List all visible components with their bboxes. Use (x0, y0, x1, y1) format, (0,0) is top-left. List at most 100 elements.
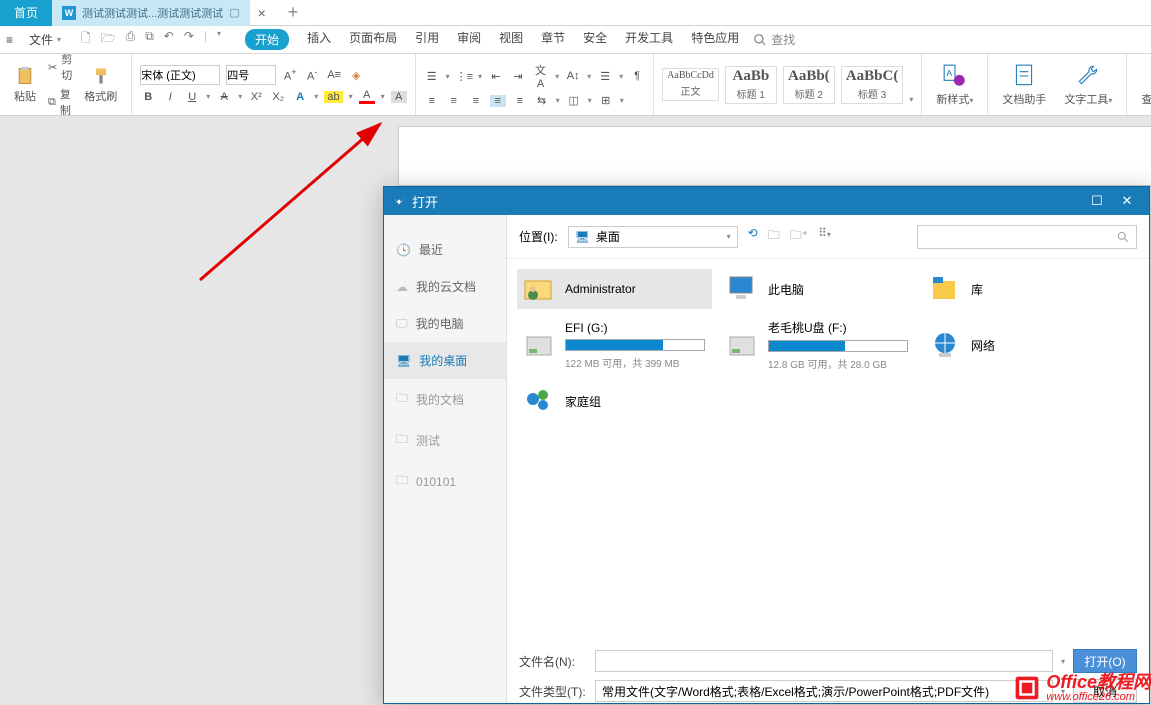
line-spacing-button[interactable]: ☰ (597, 70, 613, 83)
ribbon-tab-layout[interactable]: 页面布局 (349, 29, 397, 50)
qat-dropdown-icon[interactable]: ▾ (217, 29, 221, 50)
dialog-search-input[interactable] (924, 230, 1116, 244)
show-marks-button[interactable]: ¶ (629, 70, 645, 82)
location-select[interactable]: 🖥 桌面 ▾ (568, 226, 738, 248)
file-item-administrator[interactable]: Administrator (517, 269, 712, 309)
sidebar-item-desktop[interactable]: 🖥我的桌面 (384, 342, 506, 379)
sidebar-item-test[interactable]: 🗀测试 (384, 420, 506, 461)
file-item-libraries[interactable]: 库 (923, 269, 1118, 309)
distributed-button[interactable]: ≡ (512, 95, 528, 107)
open-button[interactable]: 打开(O) (1073, 649, 1137, 673)
filename-dropdown-icon[interactable]: ▾ (1061, 657, 1065, 666)
text-direction-button[interactable]: 文A (532, 62, 549, 90)
ribbon-tab-devtools[interactable]: 开发工具 (625, 29, 673, 50)
borders-button[interactable]: ⊞ (598, 94, 614, 107)
strikethrough-button[interactable]: A (216, 91, 232, 103)
cancel-button[interactable]: 取消 (1073, 679, 1137, 703)
tab-document[interactable]: W 测试测试测试...测试测试测试 ▢ (52, 0, 250, 26)
find-replace-button[interactable]: 查找替换▾ (1135, 63, 1151, 107)
search-box[interactable]: 查找 (753, 31, 795, 48)
copy-button[interactable]: ⧉复制 (48, 86, 72, 116)
increase-font-icon[interactable]: A+ (282, 67, 298, 83)
tab-close-button[interactable]: × (250, 5, 274, 21)
font-color-button[interactable]: A (359, 89, 375, 104)
ribbon-tab-insert[interactable]: 插入 (307, 29, 331, 50)
ribbon-tab-view[interactable]: 视图 (499, 29, 523, 50)
sidebar-item-recent[interactable]: 🕓最近 (384, 231, 506, 268)
font-size-select[interactable] (226, 65, 276, 85)
align-center-button[interactable]: ≡ (446, 95, 462, 107)
char-shading-button[interactable]: A (391, 91, 407, 103)
dialog-search-box[interactable] (917, 225, 1137, 249)
decrease-indent-button[interactable]: ⇤ (488, 70, 504, 83)
file-item-thispc[interactable]: 此电脑 (720, 269, 915, 309)
file-item-disk-efi[interactable]: EFI (G:) 122 MB 可用，共 399 MB (517, 315, 712, 375)
sidebar-item-010101[interactable]: 🗀010101 (384, 461, 506, 502)
format-painter-button[interactable]: 格式刷 (78, 66, 123, 104)
doc-helper-button[interactable]: 文档助手 (996, 63, 1052, 107)
align-justify-button[interactable]: ≡ (490, 95, 506, 107)
document-page[interactable] (398, 126, 1151, 186)
ribbon-tab-security[interactable]: 安全 (583, 29, 607, 50)
print-icon[interactable]: ⎙ (126, 29, 136, 50)
sidebar-item-mypc[interactable]: 🖵我的电脑 (384, 305, 506, 342)
tab-home[interactable]: 首页 (0, 0, 52, 26)
font-name-select[interactable] (140, 65, 220, 85)
ribbon-tab-chapter[interactable]: 章节 (541, 29, 565, 50)
subscript-button[interactable]: X₂ (270, 91, 286, 103)
ribbon-tab-special[interactable]: 特色应用 (691, 29, 739, 50)
sidebar-item-cloud[interactable]: ☁我的云文档 (384, 268, 506, 305)
filetype-dropdown-icon[interactable]: ▾ (1061, 687, 1065, 696)
align-left-button[interactable]: ≡ (424, 95, 440, 107)
undo-icon[interactable]: ↶ (164, 29, 174, 50)
view-options-icon[interactable]: ⠿▾ (818, 226, 831, 247)
back-icon[interactable]: ⟲ (748, 226, 758, 247)
style-heading3[interactable]: AaBbC(标题 3 (841, 66, 904, 104)
app-menu-button[interactable]: ≡ (0, 33, 19, 47)
maximize-button[interactable]: ☐ (1083, 190, 1111, 212)
open-icon[interactable]: 🗁 (101, 29, 116, 50)
filetype-select[interactable] (595, 680, 1053, 702)
shading-button[interactable]: ◫ (566, 94, 582, 107)
style-heading1[interactable]: AaBb标题 1 (725, 66, 777, 104)
bold-button[interactable]: B (140, 91, 156, 103)
underline-button[interactable]: U (184, 91, 200, 103)
numbering-button[interactable]: ⋮≡ (456, 70, 472, 83)
italic-button[interactable]: I (162, 91, 178, 103)
superscript-button[interactable]: X² (248, 91, 264, 103)
align-right-button[interactable]: ≡ (468, 95, 484, 107)
new-icon[interactable]: 🗋 (81, 29, 91, 50)
style-heading2[interactable]: AaBb(标题 2 (783, 66, 835, 104)
dialog-titlebar[interactable]: 打开 ☐ ✕ (384, 187, 1149, 215)
text-effects-button[interactable]: A (292, 91, 308, 103)
text-tool-button[interactable]: 文字工具▾ (1058, 63, 1118, 107)
asian-layout-button[interactable]: A↕ (565, 70, 581, 82)
sidebar-item-mydocs[interactable]: 🗀我的文档 (384, 379, 506, 420)
new-style-button[interactable]: A 新样式▾ (930, 63, 979, 107)
bullets-button[interactable]: ☰ (424, 70, 440, 83)
ribbon-tab-review[interactable]: 审阅 (457, 29, 481, 50)
print-preview-icon[interactable]: ⧉ (145, 29, 154, 50)
increase-indent-button[interactable]: ⇥ (510, 70, 526, 83)
redo-icon[interactable]: ↷ (184, 29, 194, 50)
cut-button[interactable]: ✂剪切 (48, 54, 72, 83)
ribbon-tab-start[interactable]: 开始 (245, 29, 289, 50)
decrease-font-icon[interactable]: A- (304, 67, 320, 83)
file-menu[interactable]: 文件▾ (19, 31, 71, 48)
close-button[interactable]: ✕ (1113, 190, 1141, 212)
indent-button[interactable]: ⇆ (534, 94, 550, 107)
up-folder-icon[interactable]: 🗀 (768, 226, 780, 247)
file-item-disk-usb[interactable]: 老毛桃U盘 (F:) 12.8 GB 可用，共 28.0 GB (720, 315, 915, 375)
paste-button[interactable]: 粘贴 (8, 66, 42, 104)
highlight-button[interactable]: ab (324, 91, 342, 103)
file-item-network[interactable]: 网络 (923, 315, 1118, 375)
file-item-homegroup[interactable]: 家庭组 (517, 381, 712, 421)
new-folder-icon[interactable]: 🗀⁺ (790, 226, 808, 247)
styles-expand-icon[interactable]: ▾ (909, 95, 913, 104)
change-case-icon[interactable]: A≡ (326, 69, 342, 81)
filename-input[interactable] (595, 650, 1053, 672)
ribbon-tab-reference[interactable]: 引用 (415, 29, 439, 50)
clear-format-icon[interactable]: ◈ (348, 69, 364, 82)
tab-add-button[interactable]: + (274, 2, 313, 23)
style-normal[interactable]: AaBbCcDd正文 (662, 68, 719, 101)
